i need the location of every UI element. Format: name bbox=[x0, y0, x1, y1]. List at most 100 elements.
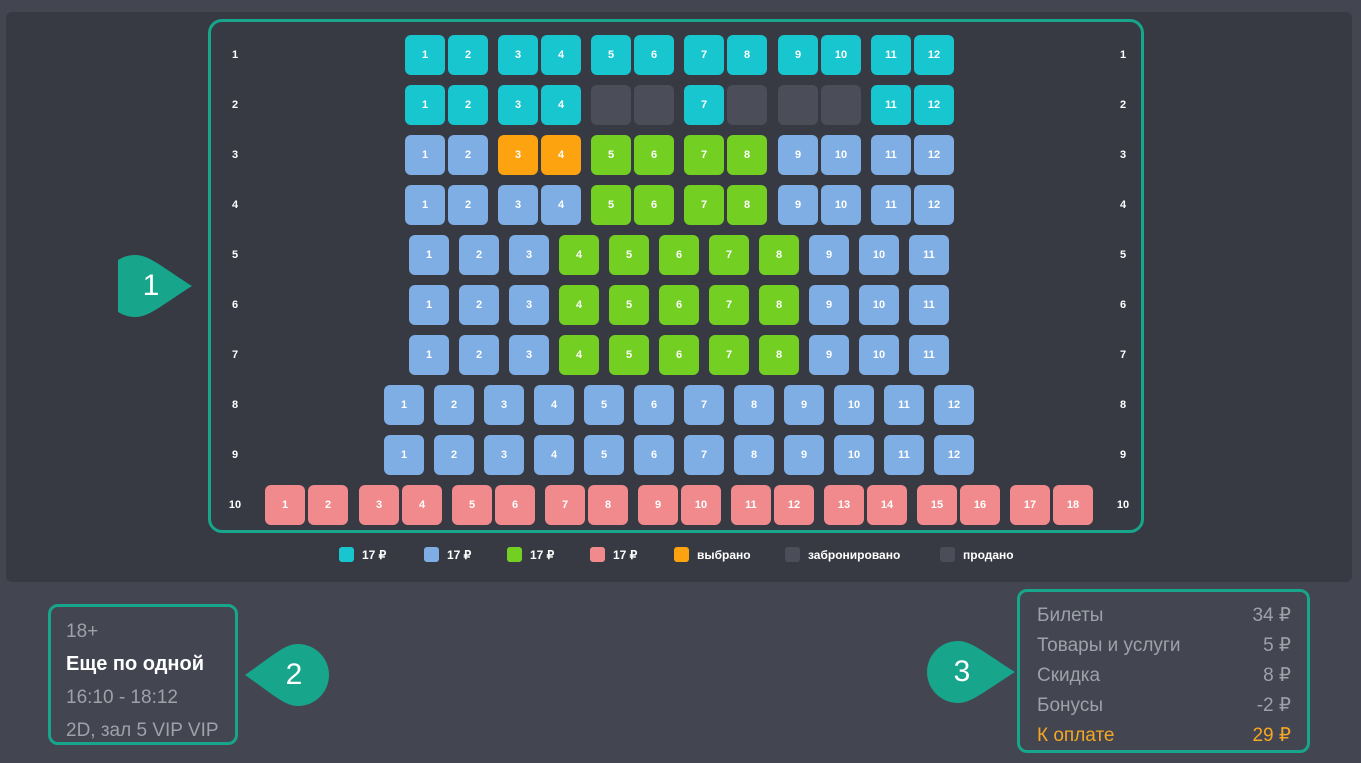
seat-r4-10[interactable]: 10 bbox=[821, 185, 861, 225]
seat-r4-8[interactable]: 8 bbox=[727, 185, 767, 225]
seat-r1-8[interactable]: 8 bbox=[727, 35, 767, 75]
seat-r2-4[interactable]: 4 bbox=[541, 85, 581, 125]
seat-r4-7[interactable]: 7 bbox=[684, 185, 724, 225]
seat-r1-12[interactable]: 12 bbox=[914, 35, 954, 75]
seat-r8-6[interactable]: 6 bbox=[634, 385, 674, 425]
seat-r2-11[interactable]: 11 bbox=[871, 85, 911, 125]
seat-r4-12[interactable]: 12 bbox=[914, 185, 954, 225]
seat-r3-7[interactable]: 7 bbox=[684, 135, 724, 175]
seat-r3-12[interactable]: 12 bbox=[914, 135, 954, 175]
seat-r6-3[interactable]: 3 bbox=[509, 285, 549, 325]
seat-r6-7[interactable]: 7 bbox=[709, 285, 749, 325]
seat-r1-11[interactable]: 11 bbox=[871, 35, 911, 75]
seat-r10-3[interactable]: 3 bbox=[359, 485, 399, 525]
seat-r6-9[interactable]: 9 bbox=[809, 285, 849, 325]
seat-r3-10[interactable]: 10 bbox=[821, 135, 861, 175]
seat-r1-2[interactable]: 2 bbox=[448, 35, 488, 75]
seat-r1-9[interactable]: 9 bbox=[778, 35, 818, 75]
seat-r10-2[interactable]: 2 bbox=[308, 485, 348, 525]
seat-r2-7[interactable]: 7 bbox=[684, 85, 724, 125]
seat-r2-10[interactable] bbox=[821, 85, 861, 125]
seat-r10-6[interactable]: 6 bbox=[495, 485, 535, 525]
seat-r4-1[interactable]: 1 bbox=[405, 185, 445, 225]
seat-r7-9[interactable]: 9 bbox=[809, 335, 849, 375]
seat-r8-1[interactable]: 1 bbox=[384, 385, 424, 425]
seat-r8-3[interactable]: 3 bbox=[484, 385, 524, 425]
seat-r8-11[interactable]: 11 bbox=[884, 385, 924, 425]
seat-r6-6[interactable]: 6 bbox=[659, 285, 699, 325]
seat-r1-6[interactable]: 6 bbox=[634, 35, 674, 75]
seat-r5-7[interactable]: 7 bbox=[709, 235, 749, 275]
seat-r6-11[interactable]: 11 bbox=[909, 285, 949, 325]
seat-r1-4[interactable]: 4 bbox=[541, 35, 581, 75]
seat-r10-9[interactable]: 9 bbox=[638, 485, 678, 525]
seat-r3-11[interactable]: 11 bbox=[871, 135, 911, 175]
seat-r3-6[interactable]: 6 bbox=[634, 135, 674, 175]
seat-r2-3[interactable]: 3 bbox=[498, 85, 538, 125]
seat-r7-10[interactable]: 10 bbox=[859, 335, 899, 375]
seat-r10-16[interactable]: 16 bbox=[960, 485, 1000, 525]
seat-r5-9[interactable]: 9 bbox=[809, 235, 849, 275]
seat-r2-9[interactable] bbox=[778, 85, 818, 125]
seat-r7-1[interactable]: 1 bbox=[409, 335, 449, 375]
seat-r1-7[interactable]: 7 bbox=[684, 35, 724, 75]
seat-r7-3[interactable]: 3 bbox=[509, 335, 549, 375]
seat-r8-4[interactable]: 4 bbox=[534, 385, 574, 425]
seat-r10-4[interactable]: 4 bbox=[402, 485, 442, 525]
seat-r9-6[interactable]: 6 bbox=[634, 435, 674, 475]
seat-r5-10[interactable]: 10 bbox=[859, 235, 899, 275]
seat-r1-10[interactable]: 10 bbox=[821, 35, 861, 75]
seat-r5-5[interactable]: 5 bbox=[609, 235, 649, 275]
seat-r10-12[interactable]: 12 bbox=[774, 485, 814, 525]
seat-r9-2[interactable]: 2 bbox=[434, 435, 474, 475]
seat-r1-3[interactable]: 3 bbox=[498, 35, 538, 75]
seat-r10-15[interactable]: 15 bbox=[917, 485, 957, 525]
seat-r10-1[interactable]: 1 bbox=[265, 485, 305, 525]
seat-r5-3[interactable]: 3 bbox=[509, 235, 549, 275]
seat-r2-12[interactable]: 12 bbox=[914, 85, 954, 125]
seat-r3-3[interactable]: 3 bbox=[498, 135, 538, 175]
seat-r4-9[interactable]: 9 bbox=[778, 185, 818, 225]
seat-r3-1[interactable]: 1 bbox=[405, 135, 445, 175]
seat-r4-2[interactable]: 2 bbox=[448, 185, 488, 225]
seat-r9-5[interactable]: 5 bbox=[584, 435, 624, 475]
seat-r3-4[interactable]: 4 bbox=[541, 135, 581, 175]
seat-r4-3[interactable]: 3 bbox=[498, 185, 538, 225]
seat-r3-8[interactable]: 8 bbox=[727, 135, 767, 175]
seat-r10-8[interactable]: 8 bbox=[588, 485, 628, 525]
seat-r10-18[interactable]: 18 bbox=[1053, 485, 1093, 525]
seat-r5-11[interactable]: 11 bbox=[909, 235, 949, 275]
seat-r9-9[interactable]: 9 bbox=[784, 435, 824, 475]
seat-r7-8[interactable]: 8 bbox=[759, 335, 799, 375]
seat-r2-8[interactable] bbox=[727, 85, 767, 125]
seat-r7-4[interactable]: 4 bbox=[559, 335, 599, 375]
seat-r9-11[interactable]: 11 bbox=[884, 435, 924, 475]
seat-r10-11[interactable]: 11 bbox=[731, 485, 771, 525]
seat-r6-5[interactable]: 5 bbox=[609, 285, 649, 325]
seat-r6-8[interactable]: 8 bbox=[759, 285, 799, 325]
seat-r8-2[interactable]: 2 bbox=[434, 385, 474, 425]
seat-r5-1[interactable]: 1 bbox=[409, 235, 449, 275]
seat-r10-10[interactable]: 10 bbox=[681, 485, 721, 525]
seat-r10-13[interactable]: 13 bbox=[824, 485, 864, 525]
seat-r2-1[interactable]: 1 bbox=[405, 85, 445, 125]
seat-r1-5[interactable]: 5 bbox=[591, 35, 631, 75]
seat-r7-11[interactable]: 11 bbox=[909, 335, 949, 375]
seat-r5-4[interactable]: 4 bbox=[559, 235, 599, 275]
seat-r3-5[interactable]: 5 bbox=[591, 135, 631, 175]
seat-r9-8[interactable]: 8 bbox=[734, 435, 774, 475]
seat-r9-7[interactable]: 7 bbox=[684, 435, 724, 475]
seat-r5-6[interactable]: 6 bbox=[659, 235, 699, 275]
seat-r6-1[interactable]: 1 bbox=[409, 285, 449, 325]
seat-r3-2[interactable]: 2 bbox=[448, 135, 488, 175]
seat-r1-1[interactable]: 1 bbox=[405, 35, 445, 75]
seat-r7-7[interactable]: 7 bbox=[709, 335, 749, 375]
seat-r8-5[interactable]: 5 bbox=[584, 385, 624, 425]
seat-r10-7[interactable]: 7 bbox=[545, 485, 585, 525]
seat-r7-5[interactable]: 5 bbox=[609, 335, 649, 375]
seat-r8-9[interactable]: 9 bbox=[784, 385, 824, 425]
seat-r7-6[interactable]: 6 bbox=[659, 335, 699, 375]
seat-r10-17[interactable]: 17 bbox=[1010, 485, 1050, 525]
seat-r9-3[interactable]: 3 bbox=[484, 435, 524, 475]
seat-r8-10[interactable]: 10 bbox=[834, 385, 874, 425]
